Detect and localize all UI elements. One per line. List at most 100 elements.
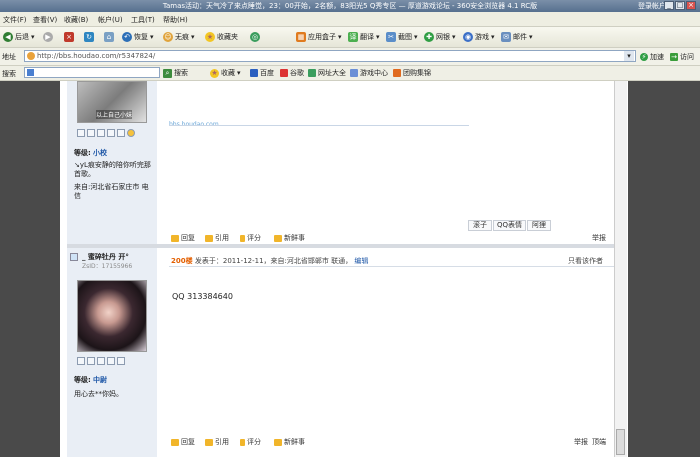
link-baidu[interactable]: 百度: [250, 67, 274, 79]
photo-icon[interactable]: [107, 357, 115, 365]
post2-rate-button[interactable]: 评分: [240, 437, 261, 447]
forum-page: 以上自己小妹 等级: 小校 ↘yL痕安静的陪你听完那首歌。 来自:河北省石家庄市…: [60, 81, 628, 457]
page-scrollbar[interactable]: [614, 81, 627, 457]
profile-icon[interactable]: [97, 357, 105, 365]
add-friend-icon[interactable]: [87, 357, 95, 365]
maximize-button[interactable]: □: [675, 1, 685, 10]
blog-icon[interactable]: [117, 129, 125, 137]
refresh-button[interactable]: ↻: [84, 31, 94, 43]
post2-report-link[interactable]: 举报: [574, 437, 588, 447]
post2-quote-button[interactable]: 引用: [205, 437, 229, 447]
post2-top-link[interactable]: 顶端: [592, 437, 606, 447]
forward-button[interactable]: ▶: [43, 31, 53, 43]
message-icon[interactable]: [77, 129, 85, 137]
post2-signature: 用心去**你妈。: [74, 390, 123, 398]
search-button[interactable]: ⌕ 搜索: [163, 67, 188, 79]
appbox-icon: ▦: [296, 32, 306, 42]
address-label: 地址: [2, 53, 16, 61]
reply-icon: [171, 234, 179, 242]
post1-level: 等级: 小校: [74, 149, 108, 157]
blog-icon[interactable]: [117, 357, 125, 365]
post2-reply-button[interactable]: 回复: [171, 437, 195, 447]
stop-icon: ×: [64, 32, 74, 42]
window-title-bar: Tamas活动：天气冷了来点睡觉，23：00开始，2名额，83阳光5 Q秀专区 …: [0, 0, 700, 12]
back-button[interactable]: ◀ 后退 ▾: [3, 31, 35, 43]
search-bar: 搜索 ⌕ 搜索 ★ 收藏 ▾ 百度 谷歌 网址大全 游戏中心 团购集锦: [0, 66, 700, 81]
star-icon: ★: [205, 32, 215, 42]
minimize-button[interactable]: _: [664, 1, 674, 10]
menu-view[interactable]: 查看(V): [33, 15, 57, 25]
add-friend-icon[interactable]: [87, 129, 95, 137]
toolbar: ◀ 后退 ▾ ▶ × ↻ ⌂ ↶ 恢复 ▾ ☺ 无痕 ▾ ★ 收藏夹 ◎ ▦ 应用盒子…: [0, 27, 700, 48]
mail-button[interactable]: ✉ 邮件 ▾: [501, 31, 533, 43]
post2-edit-link[interactable]: 编辑: [354, 257, 368, 265]
scrollbar-thumb[interactable]: [616, 429, 625, 455]
visit-button[interactable]: → 访问: [670, 51, 694, 63]
nohistory-button[interactable]: ☺ 无痕 ▾: [163, 31, 195, 43]
restore-button[interactable]: ↶ 恢复 ▾: [122, 31, 154, 43]
post1-rate-button[interactable]: 评分: [240, 233, 261, 243]
menu-favorites[interactable]: 收藏(B): [64, 15, 88, 25]
avatar-caption: 以上自己小妹: [96, 110, 133, 119]
address-dropdown-icon[interactable]: ▾: [624, 51, 634, 61]
go-arrow-icon: →: [670, 53, 678, 61]
post2-author-panel: _ 蜜碎牡丹 开° ZsID：17155966 等级: 中尉 用心去**你妈。: [67, 248, 157, 457]
window-title: Tamas活动：天气冷了来点睡觉，23：00开始，2名额，83阳光5 Q秀专区 …: [162, 2, 538, 10]
translate-button[interactable]: 译 翻译 ▾: [348, 31, 380, 43]
globe-icon: ◎: [250, 32, 260, 42]
google-icon: [280, 69, 288, 77]
link-games[interactable]: 游戏中心: [350, 67, 388, 79]
user-status-icon: [70, 253, 78, 261]
rate-icon: [240, 234, 245, 242]
post2-meta: 发表于：2011-12-11，来自:河北省邯郸市 联通，: [194, 257, 353, 265]
favorites-button[interactable]: ★ 收藏夹: [205, 31, 238, 43]
search-icon: ⌕: [163, 68, 172, 78]
post1-avatar: 以上自己小妹: [77, 81, 147, 123]
globe-button[interactable]: ◎: [250, 31, 260, 43]
post1-reply-button[interactable]: 回复: [171, 233, 195, 243]
home-button[interactable]: ⌂: [104, 31, 114, 43]
qq-icon[interactable]: [127, 129, 135, 137]
post2-avatar: [77, 280, 147, 352]
address-input[interactable]: http://bbs.houdao.com/r5347824/ ▾: [24, 50, 636, 62]
rate-icon: [240, 438, 245, 446]
link-sites[interactable]: 网址大全: [308, 67, 346, 79]
emoji-tab-qq[interactable]: QQ表情: [493, 220, 526, 231]
speedup-button[interactable]: ⚡ 加速: [640, 51, 664, 63]
stop-button[interactable]: ×: [64, 31, 74, 43]
menu-account[interactable]: 帐户(U): [98, 15, 123, 25]
quote-icon: [205, 438, 213, 446]
only-author-link[interactable]: 只看该作者: [568, 256, 603, 266]
photo-icon[interactable]: [107, 129, 115, 137]
emoji-tab-gunzi[interactable]: 滚子: [468, 220, 492, 231]
menu-tools[interactable]: 工具(T): [131, 15, 155, 25]
search-favorites-button[interactable]: ★ 收藏 ▾: [210, 67, 241, 79]
games-button[interactable]: ◉ 游戏 ▾: [463, 31, 495, 43]
screenshot-button[interactable]: ✂ 截图 ▾: [386, 31, 418, 43]
post2-share-button[interactable]: 新鲜事: [274, 437, 305, 447]
account-label[interactable]: 登录帐户: [638, 1, 666, 11]
search-input[interactable]: [24, 67, 160, 78]
post1-share-button[interactable]: 新鲜事: [274, 233, 305, 243]
post1-report-link[interactable]: 举报: [592, 233, 606, 243]
forward-arrow-icon: ▶: [43, 32, 53, 42]
netbank-button[interactable]: ✚ 网银 ▾: [424, 31, 456, 43]
profile-icon[interactable]: [97, 129, 105, 137]
translate-icon: 译: [348, 32, 358, 42]
post2-header-rule: [169, 266, 617, 267]
quote-icon: [205, 234, 213, 242]
gamepad-icon: [350, 69, 358, 77]
refresh-icon: ↻: [84, 32, 94, 42]
link-groupbuy[interactable]: 团购集锦: [393, 67, 431, 79]
emoji-tab-ali[interactable]: 阿狸: [527, 220, 551, 231]
post1-quote-button[interactable]: 引用: [205, 233, 229, 243]
post1-signature: ↘yL痕安静的陪你听完那首歌。: [74, 161, 151, 178]
sites-icon: [308, 69, 316, 77]
link-google[interactable]: 谷歌: [280, 67, 304, 79]
menu-help[interactable]: 帮助(H): [163, 15, 188, 25]
menu-file[interactable]: 文件(F): [3, 15, 27, 25]
search-label: 搜索: [2, 70, 16, 78]
close-button[interactable]: ×: [686, 1, 696, 10]
message-icon[interactable]: [77, 357, 85, 365]
appbox-button[interactable]: ▦ 应用盒子 ▾: [296, 31, 342, 43]
